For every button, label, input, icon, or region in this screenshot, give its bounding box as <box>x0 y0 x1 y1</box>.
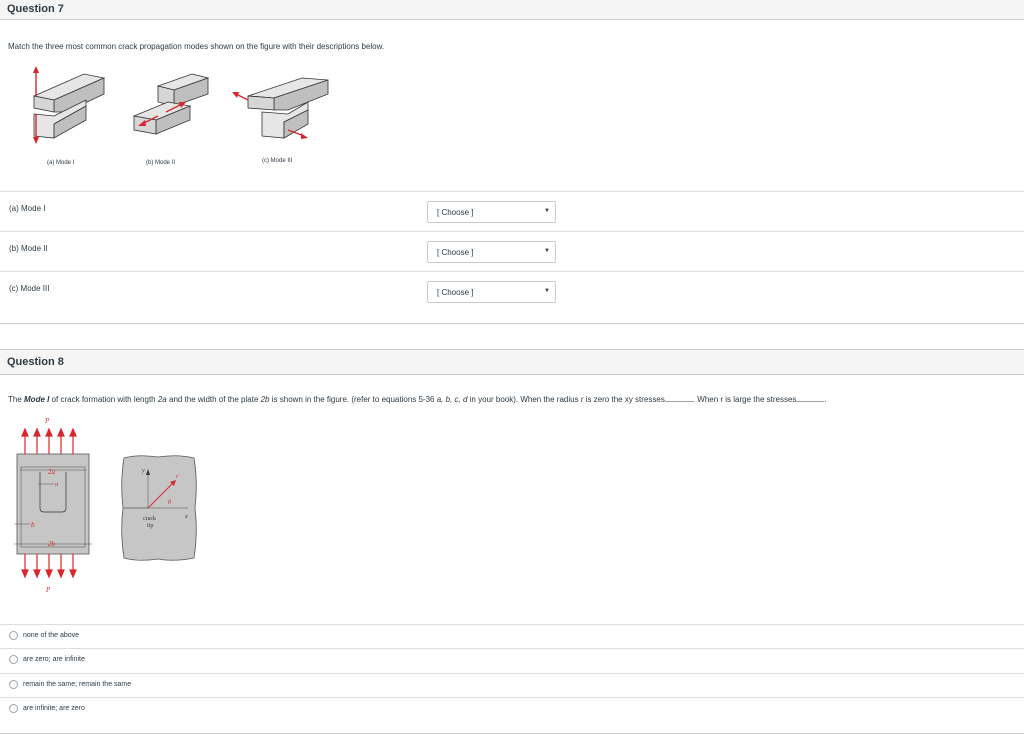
answer-option[interactable]: are infinite; are zero <box>0 697 1024 721</box>
mode-i-caption: (a) Mode I <box>47 160 75 166</box>
caret-down-icon: ▼ <box>544 288 550 294</box>
blank-2[interactable] <box>796 396 825 402</box>
blank-1[interactable] <box>664 396 693 402</box>
answer-label: remain the same; remain the same <box>23 681 132 688</box>
answer-label: are zero; are infinite <box>23 656 85 663</box>
label-theta: θ <box>168 500 171 506</box>
question-8-title: Question 8 <box>7 356 64 368</box>
label-p-top: P <box>44 417 50 425</box>
caret-down-icon: ▼ <box>544 248 550 254</box>
label-a: a <box>55 482 58 488</box>
label-p-bottom: P <box>45 586 51 594</box>
prompt-text: of crack formation with length <box>49 395 158 404</box>
prompt-italic: 2b <box>260 395 270 404</box>
prompt-text: . When r is large the stresses <box>692 395 797 404</box>
prompt-text: The <box>8 395 25 404</box>
prompt-text: . <box>824 395 827 404</box>
match-row-mode-ii: (b) Mode II [ Choose ] ▼ <box>0 231 1024 271</box>
plate-figure: P 2a a b 2b P <box>14 417 92 594</box>
answer-option[interactable]: are zero; are infinite <box>0 648 1024 672</box>
select-value: [ Choose ] <box>437 208 474 217</box>
answer-option[interactable]: remain the same; remain the same <box>0 673 1024 697</box>
mode-i-select[interactable]: [ Choose ] ▼ <box>427 201 556 223</box>
radio-button[interactable] <box>9 680 18 689</box>
question-7-title: Question 7 <box>7 3 64 15</box>
answer-option[interactable]: none of the above <box>0 624 1024 648</box>
mode-ii-figure <box>132 73 210 135</box>
label-2b: 2b <box>48 540 56 548</box>
question-8-prompt: The Mode I of crack formation with lengt… <box>8 395 827 404</box>
mode-iii-caption: (c) Mode III <box>262 158 293 164</box>
prompt-italic: 2a <box>157 395 167 404</box>
radio-button[interactable] <box>9 704 18 713</box>
match-label: (b) Mode II <box>9 244 48 253</box>
top-load-arrows <box>21 427 77 454</box>
prompt-italic: a, b, c, d <box>436 395 468 404</box>
label-crack: crack <box>143 516 156 522</box>
match-row-mode-i: (a) Mode I [ Choose ] ▼ <box>0 191 1024 231</box>
answer-label: none of the above <box>23 632 80 639</box>
answer-label: are infinite; are zero <box>23 705 85 712</box>
label-tip: tip <box>147 523 153 529</box>
match-label: (a) Mode I <box>9 204 46 213</box>
select-value: [ Choose ] <box>437 288 474 297</box>
mode-i-figure <box>32 66 106 144</box>
prompt-text: in your book). When the radius <box>467 395 581 404</box>
mode-ii-caption: (b) Mode II <box>146 160 176 166</box>
caret-down-icon: ▼ <box>544 208 550 214</box>
bottom-load-arrows <box>21 554 77 579</box>
radio-button[interactable] <box>9 655 18 664</box>
question-7-header: Question 7 <box>0 0 1024 20</box>
prompt-text: is shown in the figure. (refer to equati… <box>269 395 437 404</box>
mode-iii-select[interactable]: [ Choose ] ▼ <box>427 281 556 303</box>
label-y: y <box>141 468 145 474</box>
question-8-bottom-divider <box>0 733 1024 734</box>
label-b: b <box>31 521 35 529</box>
match-label: (c) Mode III <box>9 284 50 293</box>
question-7-prompt: Match the three most common crack propag… <box>8 42 385 51</box>
label-x: x <box>184 514 188 520</box>
crack-tip-figure: y r θ x crack tip <box>121 455 197 561</box>
prompt-text: and the width of the plate <box>166 395 261 404</box>
question-7-bottom-divider <box>0 323 1024 324</box>
radio-button[interactable] <box>9 631 18 640</box>
prompt-text: is zero the xy stresses <box>583 395 665 404</box>
mode-ii-select[interactable]: [ Choose ] ▼ <box>427 241 556 263</box>
question-8-header: Question 8 <box>0 349 1024 375</box>
prompt-mode-bold: Mode I <box>24 395 50 404</box>
match-row-mode-iii: (c) Mode III [ Choose ] ▼ <box>0 271 1024 311</box>
label-2a: 2a <box>48 468 56 476</box>
select-value: [ Choose ] <box>437 248 474 257</box>
mode-iii-figure <box>232 77 329 139</box>
